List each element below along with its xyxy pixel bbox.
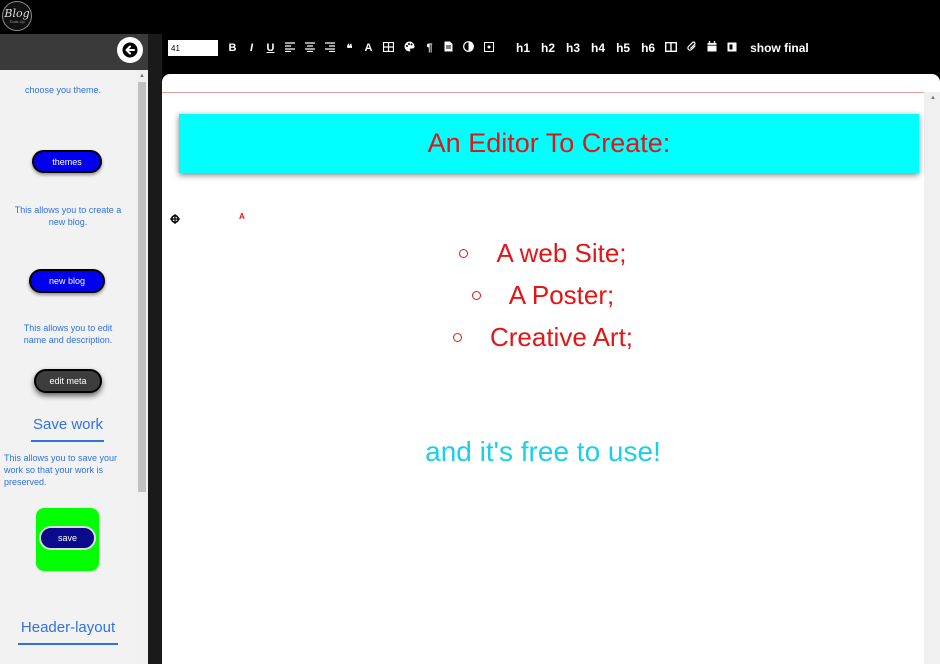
columns-icon xyxy=(665,41,678,52)
sidebar-scroll-thumb[interactable] xyxy=(138,82,146,492)
save-button[interactable]: save xyxy=(39,526,96,550)
quote-button[interactable]: ❝ xyxy=(345,42,354,55)
editor-canvas[interactable]: ▲ An Editor To Create: A A web Site; A P… xyxy=(162,74,940,664)
editor-scrollbar[interactable]: ▲ xyxy=(924,92,940,664)
contrast-button[interactable] xyxy=(463,41,474,55)
table-button[interactable] xyxy=(382,41,395,55)
sidebar-scrollbar[interactable]: ▲ xyxy=(136,70,148,664)
h2-button[interactable]: h2 xyxy=(541,41,555,55)
logo[interactable]: Blog Tools Up xyxy=(2,1,32,31)
scroll-up-arrow-icon[interactable]: ▲ xyxy=(139,73,145,79)
save-work-rule xyxy=(31,440,104,442)
card-icon xyxy=(727,42,737,51)
palette-button[interactable] xyxy=(404,41,415,55)
save-panel: save xyxy=(36,508,99,571)
editor-toolbar: B I U ❝ A ¶ h1 h2 h3 h4 xyxy=(162,34,940,62)
list-item-text: A web Site; xyxy=(496,238,627,268)
list-item: Creative Art; xyxy=(162,316,924,358)
list-item: A Poster; xyxy=(162,274,924,316)
list-item-text: Creative Art; xyxy=(489,322,634,352)
logo-subtext: Tools Up xyxy=(9,18,25,24)
editor-heading: An Editor To Create: xyxy=(427,128,671,158)
h1-button[interactable]: h1 xyxy=(516,41,530,55)
top-bar: Blog Tools Up xyxy=(0,0,940,34)
circle-bullet-icon xyxy=(452,332,462,342)
align-left-icon xyxy=(285,41,295,52)
divider xyxy=(148,34,162,664)
card-button[interactable] xyxy=(727,42,737,55)
font-color-button[interactable]: A xyxy=(364,42,373,54)
paperclip-icon xyxy=(687,41,696,51)
new-blog-description: This allows you to create a new blog. xyxy=(14,205,122,227)
new-blog-button[interactable]: new blog xyxy=(29,269,105,293)
attach-button[interactable] xyxy=(687,41,697,55)
align-center-button[interactable] xyxy=(305,41,315,55)
themes-button[interactable]: themes xyxy=(32,150,102,173)
editor-top-rule xyxy=(162,92,940,93)
edit-meta-description: This allows you to edit name and descrip… xyxy=(23,323,113,345)
h3-button[interactable]: h3 xyxy=(566,41,580,55)
h5-button[interactable]: h5 xyxy=(616,41,630,55)
calendar-button[interactable] xyxy=(707,41,717,55)
logo-text: Blog xyxy=(4,6,30,20)
arrow-left-icon xyxy=(122,42,138,58)
h6-button[interactable]: h6 xyxy=(641,41,655,55)
header-layout-title: Header-layout xyxy=(20,619,116,636)
list-item-text: A Poster; xyxy=(508,280,615,310)
scroll-up-arrow-icon[interactable]: ▲ xyxy=(930,95,936,101)
align-right-button[interactable] xyxy=(325,41,335,55)
underline-button[interactable]: U xyxy=(266,42,275,54)
header-layout-rule xyxy=(18,643,118,645)
table-icon xyxy=(382,41,395,52)
paragraph-button[interactable]: ¶ xyxy=(425,42,434,54)
list-item: A web Site; xyxy=(162,232,924,274)
show-final-button[interactable]: show final xyxy=(750,41,809,55)
align-left-button[interactable] xyxy=(285,41,295,55)
contrast-icon xyxy=(463,41,474,52)
align-center-icon xyxy=(305,41,315,52)
palette-icon xyxy=(404,41,415,52)
file-button[interactable] xyxy=(444,41,453,55)
heading-block[interactable]: An Editor To Create: xyxy=(179,114,919,173)
save-work-description: This allows you to save your work so tha… xyxy=(4,453,118,487)
circle-bullet-icon xyxy=(471,290,481,300)
h4-button[interactable]: h4 xyxy=(591,41,605,55)
columns-button[interactable] xyxy=(665,41,678,55)
crosshair-icon[interactable] xyxy=(170,214,180,224)
sidebar: choose you theme. themes This allows you… xyxy=(0,70,136,664)
bold-button[interactable]: B xyxy=(228,42,237,54)
font-size-input[interactable] xyxy=(168,40,218,56)
tagline: and it's free to use! xyxy=(425,436,661,467)
feature-list: A web Site; A Poster; Creative Art; xyxy=(162,232,924,358)
file-icon xyxy=(444,41,453,52)
themes-description: choose you theme. xyxy=(24,85,102,95)
text-marker: A xyxy=(239,212,245,221)
edit-meta-button[interactable]: edit meta xyxy=(34,369,102,393)
italic-button[interactable]: I xyxy=(247,42,256,54)
image-icon xyxy=(484,41,494,52)
save-work-title: Save work xyxy=(32,416,104,433)
align-right-icon xyxy=(325,41,335,52)
calendar-icon xyxy=(707,41,717,52)
image-button[interactable] xyxy=(484,41,494,55)
app-window: Blog Tools Up choose you theme. themes T… xyxy=(0,0,940,664)
circle-bullet-icon xyxy=(459,248,469,258)
back-button[interactable] xyxy=(117,37,143,63)
